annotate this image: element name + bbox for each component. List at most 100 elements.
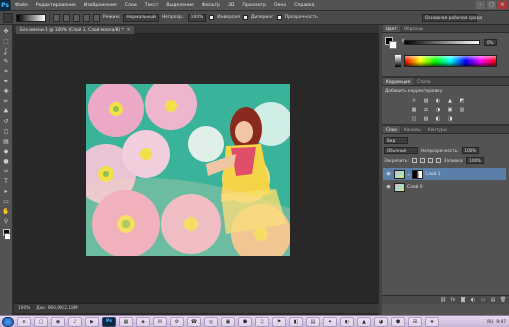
taskbar-app-20-icon[interactable]: ▲	[357, 316, 371, 327]
taskbar-app-8-icon[interactable]: ✉	[153, 316, 167, 327]
quick-select-icon[interactable]: ✎	[2, 57, 11, 66]
background-color-icon[interactable]	[4, 233, 11, 240]
taskbar-app-0-icon[interactable]: e	[17, 316, 31, 327]
blend-mode-select[interactable]: Обычные	[384, 147, 418, 154]
background-color-swatch[interactable]	[389, 41, 397, 49]
menu-help[interactable]: Справка	[290, 3, 318, 8]
layer-name[interactable]: Слой 1	[425, 172, 441, 177]
shape-icon[interactable]: ▭	[2, 197, 11, 206]
document-tab[interactable]: Без имени-1 @ 100% (Слой 1, Слой-маска/8…	[16, 26, 135, 34]
taskbar-app-1-icon[interactable]: ▢	[34, 316, 48, 327]
hand-icon[interactable]: ✋	[2, 207, 11, 216]
canvas-workarea[interactable]	[14, 34, 379, 303]
lasso-icon[interactable]: ʆ	[2, 47, 11, 56]
history-brush-icon[interactable]: ↺	[2, 117, 11, 126]
dodge-icon[interactable]: ●	[2, 157, 11, 166]
tab-paths[interactable]: Контуры	[425, 126, 450, 133]
dither-checkbox[interactable]	[242, 15, 248, 20]
minimize-button[interactable]: –	[476, 1, 485, 9]
gradient-swatch[interactable]	[16, 13, 46, 22]
channel-value-field[interactable]: 0%	[484, 39, 497, 46]
taskbar-app-23-icon[interactable]: ⊞	[408, 316, 422, 327]
eyedropper-icon[interactable]: ✒	[2, 77, 11, 86]
adjustment-9-icon[interactable]: ▥	[458, 106, 466, 113]
eraser-icon[interactable]: ◻	[2, 127, 11, 136]
lock-position-icon[interactable]	[427, 158, 433, 163]
layer-style-icon[interactable]: fx	[450, 297, 456, 303]
visibility-eye-icon[interactable]: ◉	[385, 184, 392, 190]
new-layer-icon[interactable]: ▤	[490, 297, 496, 303]
new-group-icon[interactable]: ▭	[480, 297, 486, 303]
taskbar-app-19-icon[interactable]: ◐	[340, 316, 354, 327]
adjustment-6-icon[interactable]: ⚖	[422, 106, 430, 113]
pen-icon[interactable]: ✑	[2, 167, 11, 176]
taskbar-app-5-icon[interactable]: Ps	[102, 316, 116, 327]
mask-link-icon[interactable]: ∞	[407, 172, 410, 177]
taskbar-app-10-icon[interactable]: ☎	[187, 316, 201, 327]
adjustment-11-icon[interactable]: ▧	[422, 115, 430, 122]
adjustment-7-icon[interactable]: ◑	[434, 106, 442, 113]
gray-slider[interactable]	[404, 40, 480, 45]
menu-window[interactable]: Окно	[270, 3, 290, 8]
zoom-icon[interactable]: ⚲	[2, 217, 11, 226]
menu-layers[interactable]: Слои	[121, 3, 141, 8]
adjustment-1-icon[interactable]: ▨	[422, 97, 430, 104]
crop-icon[interactable]: ⌗	[2, 67, 11, 76]
lock-pixels-icon[interactable]	[419, 158, 425, 163]
brush-icon[interactable]: ✏	[2, 97, 11, 106]
menu-view[interactable]: Просмотр	[238, 3, 270, 8]
taskbar-app-16-icon[interactable]: ◧	[289, 316, 303, 327]
document-canvas[interactable]	[86, 84, 290, 256]
taskbar-app-11-icon[interactable]: ◎	[204, 316, 218, 327]
layer-row[interactable]: ◉ ∞ Слой 1	[383, 168, 506, 180]
taskbar-app-18-icon[interactable]: ✦	[323, 316, 337, 327]
tab-channels[interactable]: Каналы	[401, 126, 424, 133]
adjustment-2-icon[interactable]: ◐	[434, 97, 442, 104]
transparency-checkbox[interactable]	[276, 15, 282, 20]
marquee-icon[interactable]: ⬚	[2, 37, 11, 46]
path-select-icon[interactable]: ▸	[2, 187, 11, 196]
taskbar-app-3-icon[interactable]: ♪	[68, 316, 82, 327]
adjustment-3-icon[interactable]: ▲	[446, 97, 454, 104]
gradient-tool-preset-icon[interactable]	[3, 12, 13, 23]
taskbar-app-21-icon[interactable]: ◕	[374, 316, 388, 327]
menu-edit[interactable]: Редактирование	[32, 3, 80, 8]
linear-gradient-button[interactable]	[53, 13, 60, 22]
adjustment-5-icon[interactable]: ▦	[410, 106, 418, 113]
taskbar-app-7-icon[interactable]: ◈	[136, 316, 150, 327]
start-button[interactable]	[2, 316, 14, 327]
maximize-button[interactable]: □	[487, 1, 496, 9]
taskbar-app-24-icon[interactable]: ★	[425, 316, 439, 327]
healing-icon[interactable]: ✚	[2, 87, 11, 96]
taskbar-app-22-icon[interactable]: ⬢	[391, 316, 405, 327]
menu-select[interactable]: Выделение	[162, 3, 197, 8]
taskbar-app-17-icon[interactable]: ▤	[306, 316, 320, 327]
opacity-field[interactable]: 100%	[187, 13, 207, 22]
tab-layers[interactable]: Слои	[383, 126, 400, 133]
taskbar-app-2-icon[interactable]: ◉	[51, 316, 65, 327]
adjustment-4-icon[interactable]: ◩	[458, 97, 466, 104]
close-button[interactable]: ✕	[498, 1, 507, 9]
adjustment-0-icon[interactable]: ☼	[410, 97, 418, 104]
color-spectrum[interactable]	[404, 55, 497, 67]
angle-gradient-button[interactable]	[73, 13, 80, 22]
adjustment-8-icon[interactable]: ▣	[446, 106, 454, 113]
menu-filter[interactable]: Фильтр	[198, 3, 224, 8]
black-white-ramp[interactable]	[395, 55, 401, 67]
type-icon[interactable]: T	[2, 177, 11, 186]
layer-row[interactable]: ◉ Слой 0	[383, 181, 506, 193]
taskbar-app-13-icon[interactable]: ⬣	[238, 316, 252, 327]
reflected-gradient-button[interactable]	[83, 13, 90, 22]
fill-field[interactable]: 100%	[466, 157, 484, 164]
lock-all-icon[interactable]	[435, 158, 441, 163]
menu-image[interactable]: Изображение	[80, 3, 121, 8]
clock[interactable]: 9:47	[496, 320, 506, 325]
zoom-readout[interactable]: 100%	[18, 306, 30, 311]
adjustment-12-icon[interactable]: ◧	[434, 115, 442, 122]
tab-adjustments[interactable]: Коррекция	[383, 78, 414, 85]
layer-opacity-field[interactable]: 100%	[461, 147, 479, 154]
taskbar-app-15-icon[interactable]: ⚑	[272, 316, 286, 327]
close-tab-icon[interactable]: ✕	[127, 28, 131, 33]
layer-name[interactable]: Слой 0	[407, 185, 423, 190]
delete-layer-icon[interactable]: 🗑	[500, 297, 506, 303]
